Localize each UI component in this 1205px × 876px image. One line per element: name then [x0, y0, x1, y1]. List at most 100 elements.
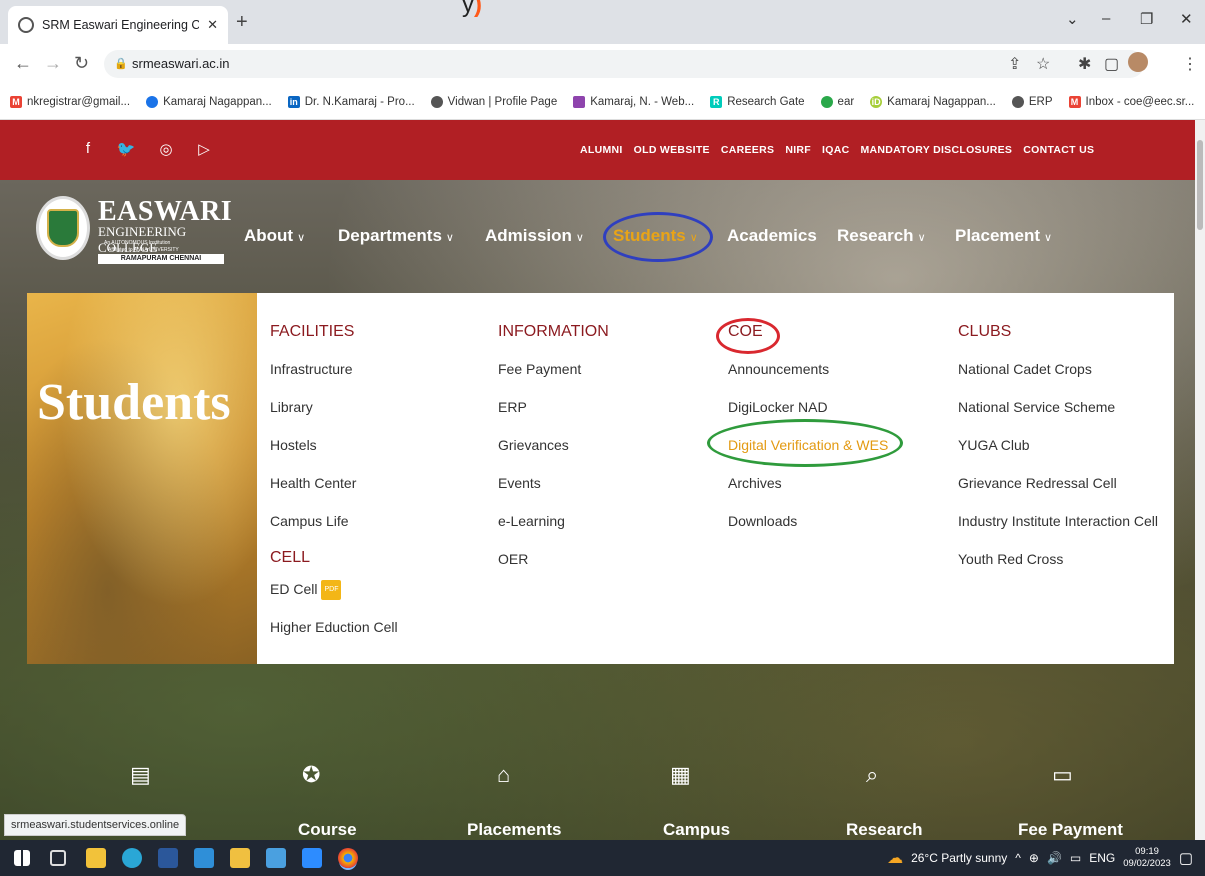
facebook-icon[interactable]: f: [78, 140, 98, 160]
weather-text[interactable]: 26°C Partly sunny: [911, 851, 1007, 865]
browser-tab-active[interactable]: SRM Easwari Engineering College ✕: [8, 6, 228, 44]
menu-item-higher-education-cell[interactable]: Higher Eduction Cell: [270, 617, 398, 655]
sigma-app-icon[interactable]: [266, 848, 286, 868]
link-mandatory-disclosures[interactable]: MANDATORY DISCLOSURES: [860, 144, 1012, 156]
bookmark-research-gate[interactable]: R Research Gate: [710, 95, 805, 108]
quick-link-campus[interactable]: Campus: [663, 820, 730, 840]
bookmark-linkedin[interactable]: in Dr. N.Kamaraj - Pro...: [287, 95, 415, 108]
language-indicator[interactable]: ENG: [1089, 851, 1115, 865]
scrollbar-thumb[interactable]: [1197, 140, 1203, 230]
menu-item-downloads[interactable]: Downloads: [728, 511, 888, 549]
nav-placement[interactable]: Placement ∨: [955, 226, 1052, 246]
back-arrow-icon[interactable]: ←: [14, 53, 32, 74]
menu-item-erp[interactable]: ERP: [498, 397, 609, 435]
menu-item-grievance-redressal-cell[interactable]: Grievance Redressal Cell: [958, 473, 1158, 511]
menu-item-ed-cell[interactable]: ED Cell PDF: [270, 579, 398, 617]
menu-item-hostels[interactable]: Hostels: [270, 435, 398, 473]
volume-icon[interactable]: 🔊: [1047, 851, 1062, 865]
forward-arrow-icon[interactable]: →: [44, 53, 62, 74]
menu-item-yuga-club[interactable]: YUGA Club: [958, 435, 1158, 473]
menu-item-library[interactable]: Library: [270, 397, 398, 435]
bookmark-gmail[interactable]: Mnkregistrar@gmail...: [10, 95, 130, 108]
tab-search-icon[interactable]: ⌄: [1066, 10, 1079, 28]
menu-dots-icon[interactable]: ⋮: [1182, 54, 1198, 74]
link-alumni[interactable]: ALUMNI: [580, 144, 623, 156]
research-building-icon[interactable]: ▦: [670, 762, 691, 788]
course-icon[interactable]: ▤: [130, 762, 151, 788]
menu-item-campus-life[interactable]: Campus Life: [270, 511, 398, 549]
windows-start-icon[interactable]: [14, 850, 30, 866]
new-tab-button[interactable]: +: [236, 12, 248, 32]
zoom-icon[interactable]: [302, 848, 322, 868]
page-scrollbar[interactable]: [1195, 120, 1205, 840]
menu-item-nss[interactable]: National Service Scheme: [958, 397, 1158, 435]
menu-item-archives[interactable]: Archives: [728, 473, 888, 511]
menu-item-youth-red-cross[interactable]: Youth Red Cross: [958, 549, 1158, 587]
quick-link-course[interactable]: Course: [298, 820, 357, 840]
network-icon[interactable]: ⊕: [1029, 851, 1039, 865]
pdf-icon: PDF: [321, 580, 342, 601]
restore-icon[interactable]: ❐: [1140, 10, 1153, 28]
address-bar[interactable]: 🔒 srmeaswari.ac.in: [104, 50, 1144, 78]
instagram-icon[interactable]: ◎: [156, 140, 176, 160]
bookmark-erp[interactable]: ERP: [1011, 95, 1053, 108]
fee-payment-icon[interactable]: ▭: [1052, 762, 1073, 788]
quick-link-placements[interactable]: Placements: [467, 820, 562, 840]
link-careers[interactable]: CAREERS: [721, 144, 774, 156]
menu-item-e-learning[interactable]: e-Learning: [498, 511, 609, 549]
nav-admission[interactable]: Admission ∨: [485, 226, 584, 246]
reload-icon[interactable]: ↻: [74, 53, 89, 74]
share-icon[interactable]: ⇪: [1008, 54, 1021, 74]
youtube-icon[interactable]: ▷: [194, 140, 214, 160]
campus-icon[interactable]: ⌂: [497, 762, 510, 788]
bookmark-vidwan[interactable]: Vidwan | Profile Page: [430, 95, 557, 108]
mail-icon[interactable]: [194, 848, 214, 868]
quick-link-research[interactable]: Research: [846, 820, 923, 840]
notification-icon[interactable]: ▢: [1179, 849, 1193, 867]
file-explorer-icon[interactable]: [86, 848, 106, 868]
chevron-down-icon: ∨: [917, 232, 926, 244]
nav-departments[interactable]: Departments ∨: [338, 226, 454, 246]
battery-icon[interactable]: ▭: [1070, 851, 1081, 865]
link-old-website[interactable]: OLD WEBSITE: [634, 144, 710, 156]
bookmark-inbox[interactable]: M Inbox - coe@eec.sr...: [1068, 95, 1194, 108]
menu-item-oer[interactable]: OER: [498, 549, 609, 587]
information-heading: INFORMATION: [498, 323, 609, 340]
minimize-icon[interactable]: –: [1102, 10, 1110, 27]
profile-avatar[interactable]: [1128, 52, 1148, 72]
side-panel-icon[interactable]: ▢: [1104, 54, 1119, 74]
menu-item-grievances[interactable]: Grievances: [498, 435, 609, 473]
placements-icon[interactable]: ✪: [302, 762, 320, 788]
menu-item-infrastructure[interactable]: Infrastructure: [270, 359, 398, 397]
menu-item-industry-institute-interaction-cell[interactable]: Industry Institute Interaction Cell: [958, 511, 1158, 549]
nav-about[interactable]: About ∨: [244, 226, 305, 246]
bookmark-kamaraj-2[interactable]: iD Kamaraj Nagappan...: [870, 95, 996, 108]
tray-overflow-icon[interactable]: ^: [1015, 851, 1021, 865]
menu-item-ncc[interactable]: National Cadet Crops: [958, 359, 1158, 397]
menu-item-health-center[interactable]: Health Center: [270, 473, 398, 511]
twitter-icon[interactable]: 🐦: [116, 140, 136, 160]
link-contact-us[interactable]: CONTACT US: [1023, 144, 1094, 156]
bookmark-kamaraj-1[interactable]: Kamaraj Nagappan...: [146, 95, 272, 108]
nav-academics[interactable]: Academics: [727, 226, 817, 246]
link-nirf[interactable]: NIRF: [785, 144, 811, 156]
task-view-icon[interactable]: [50, 850, 66, 866]
clock[interactable]: 09:19 09/02/2023: [1123, 846, 1171, 870]
research-icon[interactable]: ⌕: [866, 762, 878, 788]
extensions-icon[interactable]: ✱: [1078, 54, 1091, 74]
store-icon[interactable]: [230, 848, 250, 868]
edge-icon[interactable]: [122, 848, 142, 868]
bookmark-ear[interactable]: ear: [820, 95, 854, 108]
word-icon[interactable]: [158, 848, 178, 868]
window-close-icon[interactable]: ✕: [1180, 10, 1193, 28]
bookmark-web-of-science[interactable]: Kamaraj, N. - Web...: [573, 95, 694, 108]
menu-item-announcements[interactable]: Announcements: [728, 359, 888, 397]
link-iqac[interactable]: IQAC: [822, 144, 849, 156]
tab-close-icon[interactable]: ✕: [207, 17, 218, 33]
quick-link-fee-payment[interactable]: Fee Payment: [1018, 820, 1123, 840]
menu-item-events[interactable]: Events: [498, 473, 609, 511]
menu-item-fee-payment[interactable]: Fee Payment: [498, 359, 609, 397]
chrome-icon[interactable]: [338, 848, 358, 868]
bookmark-star-icon[interactable]: ☆: [1036, 54, 1050, 74]
nav-research[interactable]: Research ∨: [837, 226, 926, 246]
